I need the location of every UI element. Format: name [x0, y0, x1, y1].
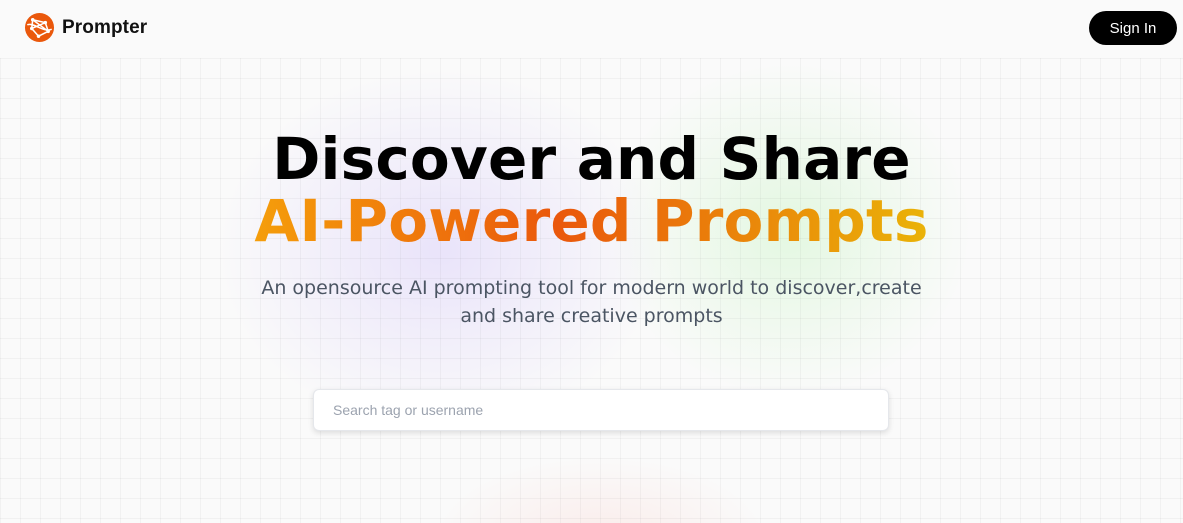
- hero-section: Discover and Share AI-Powered Prompts An…: [0, 128, 1183, 330]
- sign-in-button[interactable]: Sign In: [1089, 11, 1177, 45]
- headline-accent-text: AI-Powered Prompts: [254, 187, 929, 255]
- globe-network-icon: [24, 12, 55, 43]
- search-form: [313, 389, 889, 431]
- brand-name: Prompter: [62, 16, 148, 38]
- headline-line-1: Discover and Share: [272, 125, 911, 193]
- top-navbar: Prompter Sign In: [0, 0, 1183, 56]
- search-input[interactable]: [313, 389, 889, 431]
- brand-home-link[interactable]: Prompter: [24, 12, 147, 43]
- headline-line-2-wrapper: AI-Powered Prompts: [0, 190, 1183, 252]
- hero-headline: Discover and Share AI-Powered Prompts: [0, 128, 1183, 252]
- hero-subtitle: An opensource AI prompting tool for mode…: [261, 277, 922, 327]
